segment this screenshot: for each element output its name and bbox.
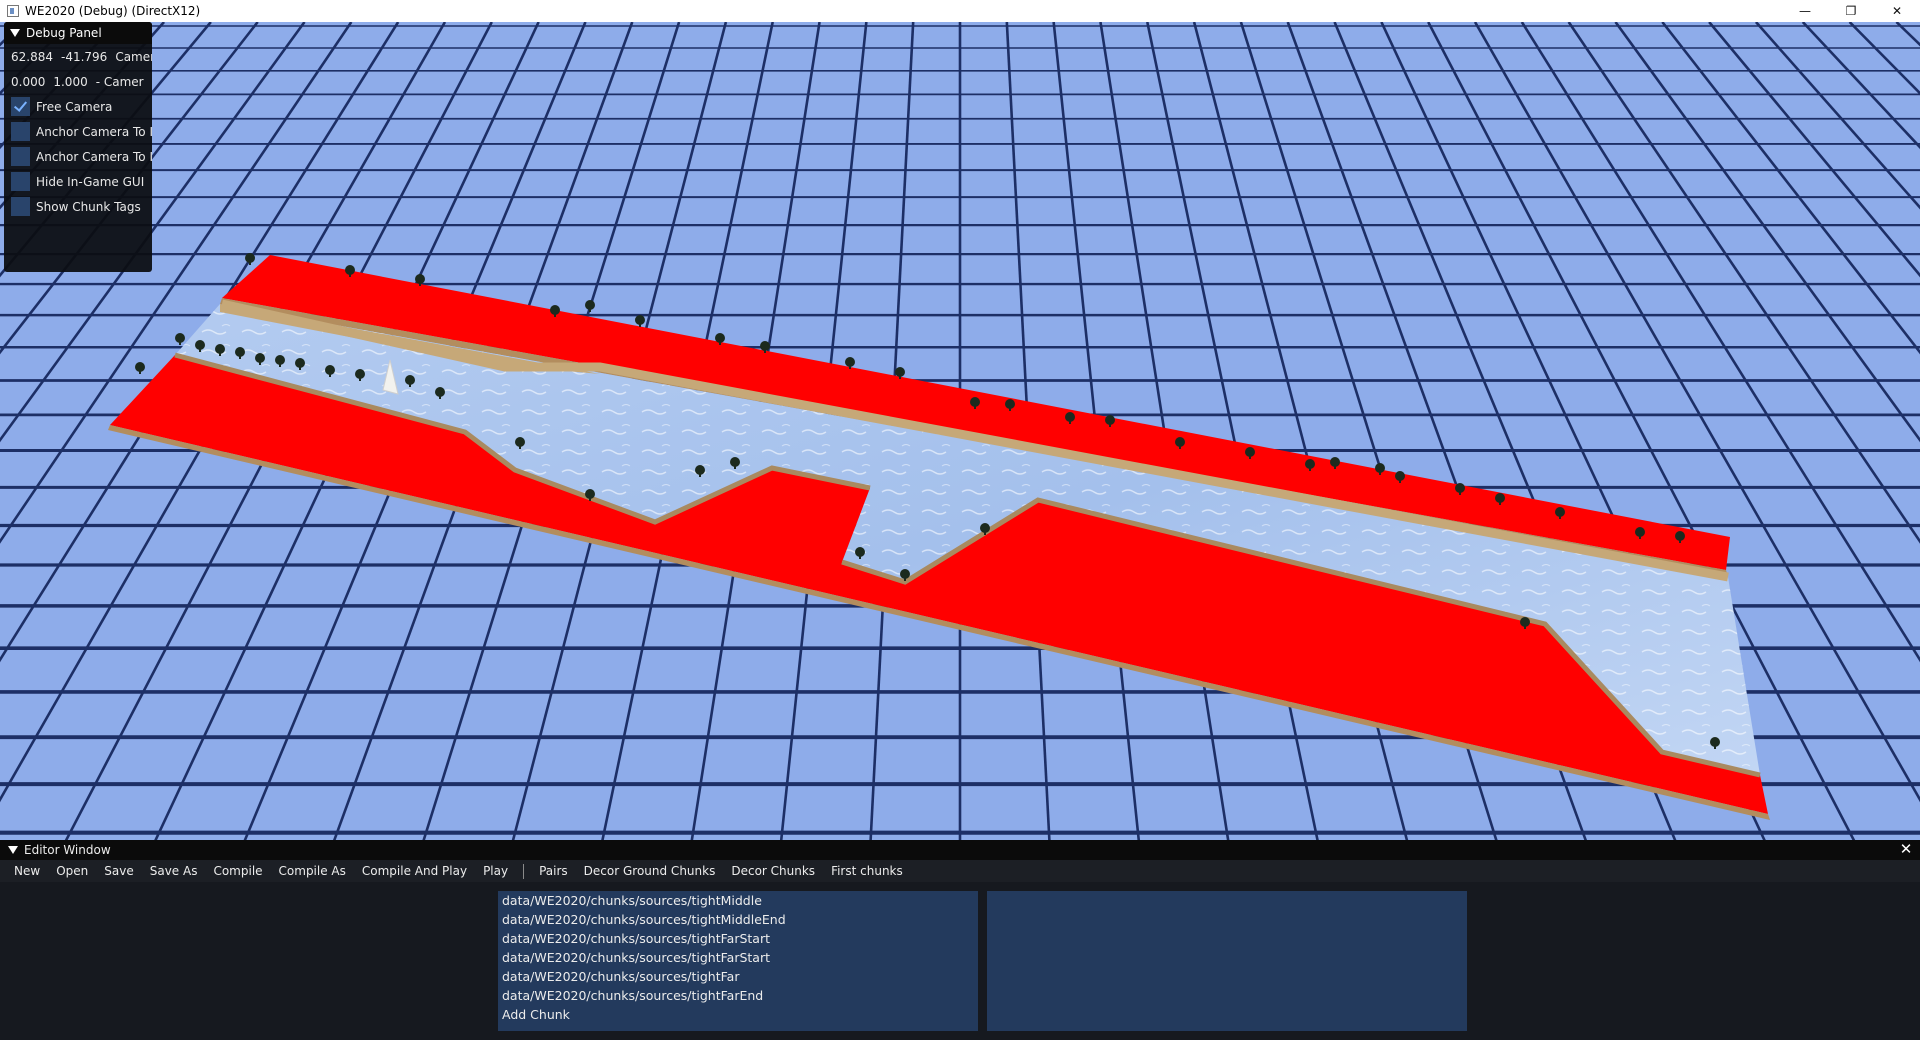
debug-panel-header[interactable]: Debug Panel [4,22,152,44]
debug-panel: Debug Panel 62.884 -41.796 Camer 0.000 1… [4,22,152,272]
editor-window-title: Editor Window [24,843,111,857]
menu-new[interactable]: New [6,864,48,878]
chunk-list-item[interactable]: data/WE2020/chunks/sources/tightMiddle [498,891,978,910]
menu-play[interactable]: Play [475,864,516,878]
free-camera-checkbox-row[interactable]: Free Camera [4,94,152,119]
readout-value: 1.000 [53,74,88,89]
show-chunk-tags-checkbox-row[interactable]: Show Chunk Tags [4,194,152,219]
hide-gui-checkbox[interactable] [11,172,30,191]
checkbox-label: Show Chunk Tags [36,199,141,214]
app-icon [7,5,19,17]
readout-value: -41.796 [61,49,108,64]
checkbox-label: Hide In-Game GUI [36,174,145,189]
add-chunk-button[interactable]: Add Chunk [498,1005,978,1024]
checkbox-label: Anchor Camera To I [36,124,152,139]
window-title: WE2020 (Debug) (DirectX12) [25,4,201,18]
chunk-list-item[interactable]: data/WE2020/chunks/sources/tightFarStart [498,929,978,948]
readout-value: 0.000 [11,74,46,89]
menu-pairs[interactable]: Pairs [531,864,576,878]
minimize-button[interactable]: — [1782,0,1828,22]
debug-panel-title: Debug Panel [26,26,102,40]
chunk-detail-list[interactable] [987,891,1467,1031]
scene-canvas [0,22,1920,840]
checkbox-label: Anchor Camera To I [36,149,152,164]
chunk-list[interactable]: data/WE2020/chunks/sources/tightMiddle d… [498,891,978,1031]
editor-window: Editor Window ✕ New Open Save Save As Co… [0,840,1920,1040]
anchor-camera-2-checkbox-row[interactable]: Anchor Camera To I [4,144,152,169]
chunk-list-item[interactable]: data/WE2020/chunks/sources/tightFarEnd [498,986,978,1005]
anchor-camera-checkbox-row[interactable]: Anchor Camera To I [4,119,152,144]
readout-label: - Camer [95,74,144,89]
game-viewport[interactable] [0,22,1920,840]
editor-menubar: New Open Save Save As Compile Compile As… [0,860,1920,882]
close-icon[interactable]: ✕ [1898,842,1914,858]
triangle-down-icon[interactable] [8,846,18,854]
menu-separator [523,863,525,879]
chunk-list-item[interactable]: data/WE2020/chunks/sources/tightFar [498,967,978,986]
triangle-down-icon[interactable] [10,29,20,37]
readout-value: 62.884 [11,49,53,64]
menu-save-as[interactable]: Save As [142,864,206,878]
anchor-camera-checkbox[interactable] [11,122,30,141]
menu-save[interactable]: Save [96,864,141,878]
hide-gui-checkbox-row[interactable]: Hide In-Game GUI [4,169,152,194]
editor-window-header[interactable]: Editor Window ✕ [0,840,1920,860]
menu-first-chunks[interactable]: First chunks [823,864,911,878]
menu-decor-ground-chunks[interactable]: Decor Ground Chunks [576,864,724,878]
checkbox-label: Free Camera [36,99,113,114]
show-chunk-tags-checkbox[interactable] [11,197,30,216]
menu-decor-chunks[interactable]: Decor Chunks [723,864,823,878]
restore-button[interactable]: ❐ [1828,0,1874,22]
readout-label: Camer [115,49,152,64]
anchor-camera-2-checkbox[interactable] [11,147,30,166]
menu-compile-and-play[interactable]: Compile And Play [354,864,475,878]
chunk-list-item[interactable]: data/WE2020/chunks/sources/tightMiddleEn… [498,910,978,929]
close-window-button[interactable]: ✕ [1874,0,1920,22]
chunk-list-item[interactable]: data/WE2020/chunks/sources/tightFarStart [498,948,978,967]
menu-compile[interactable]: Compile [205,864,270,878]
camera-direction-readout: 0.000 1.000 - Camer [4,69,152,94]
menu-compile-as[interactable]: Compile As [271,864,354,878]
window-titlebar: WE2020 (Debug) (DirectX12) — ❐ ✕ [0,0,1920,22]
menu-open[interactable]: Open [48,864,96,878]
camera-position-readout: 62.884 -41.796 Camer [4,44,152,69]
free-camera-checkbox[interactable] [11,97,30,116]
